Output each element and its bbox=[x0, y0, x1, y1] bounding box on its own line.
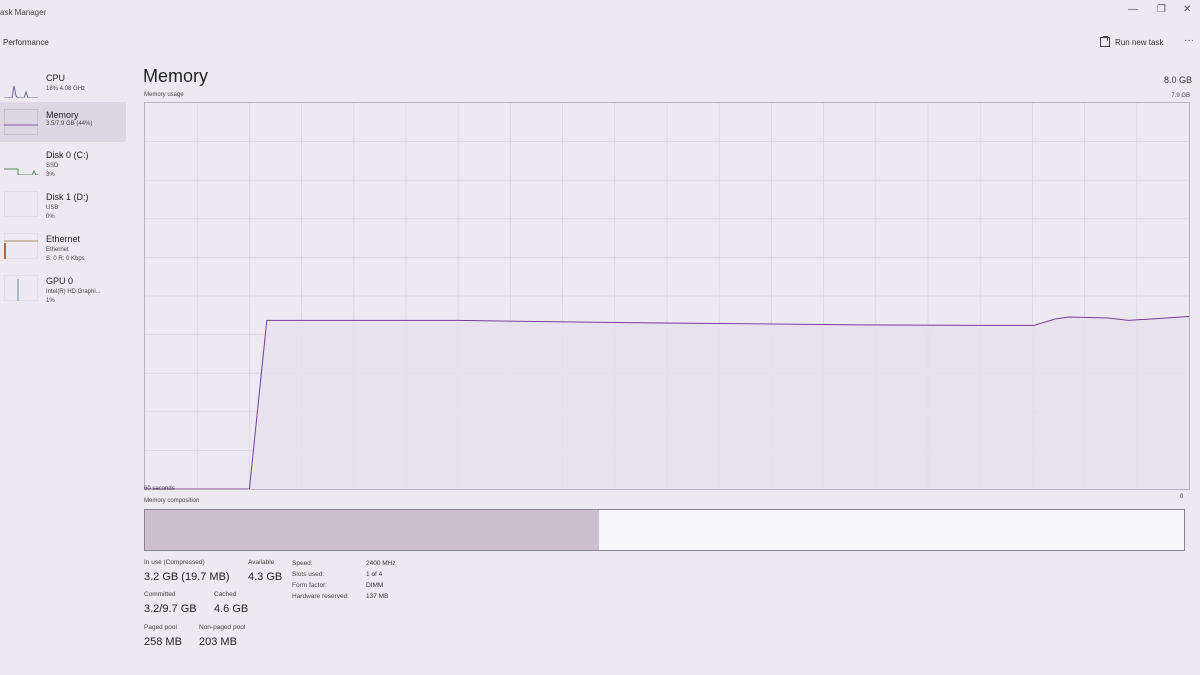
time-axis-zero: 0 bbox=[1180, 494, 1184, 500]
sidebar-item-detail: Intel(R) HD Graphi... bbox=[46, 289, 101, 295]
slots-used-value: 1 of 4 bbox=[366, 571, 383, 578]
memory-usage-label: Memory usage bbox=[144, 92, 184, 98]
more-options-button[interactable]: ··· bbox=[1184, 35, 1194, 46]
non-paged-pool-label: Non-paged pool bbox=[199, 624, 246, 631]
window-title: ask Manager bbox=[0, 8, 47, 17]
in-use-value: 3.2 GB (19.7 MB) bbox=[144, 571, 230, 583]
sidebar-item-disk-0[interactable]: Disk 0 (C:) SSD 3% bbox=[0, 142, 126, 182]
restore-button[interactable]: ❐ bbox=[1157, 4, 1166, 15]
sidebar-item-label: Memory bbox=[46, 110, 79, 120]
page-title: Performance bbox=[3, 38, 49, 47]
disk-1-sparkline-icon bbox=[4, 191, 38, 217]
sidebar-item-detail: 1% bbox=[46, 298, 55, 304]
sidebar-item-disk-1[interactable]: Disk 1 (D:) USB 0% bbox=[0, 184, 126, 224]
run-new-task-button[interactable]: Run new task bbox=[1100, 36, 1164, 47]
sidebar-item-memory[interactable]: Memory 3.5/7.9 GB (44%) bbox=[0, 102, 126, 142]
available-value: 4.3 GB bbox=[248, 571, 283, 583]
close-button[interactable]: ✕ bbox=[1183, 4, 1191, 15]
gpu-sparkline-icon bbox=[4, 275, 38, 301]
cpu-sparkline-icon bbox=[4, 85, 38, 98]
memory-composition-label: Memory composition bbox=[144, 498, 200, 504]
sidebar-item-label: GPU 0 bbox=[46, 276, 74, 286]
title-bar: ask Manager — ❐ ✕ bbox=[0, 0, 1200, 26]
sidebar-item-detail: SSD bbox=[46, 163, 59, 169]
memory-usage-max: 7.9 GB bbox=[1171, 93, 1190, 99]
sidebar-item-gpu-0[interactable]: GPU 0 Intel(R) HD Graphi... 1% bbox=[0, 268, 126, 308]
memory-total: 8.0 GB bbox=[1163, 75, 1192, 85]
speed-value: 2400 MHz bbox=[366, 560, 396, 567]
paged-pool-value: 258 MB bbox=[144, 636, 182, 648]
run-new-task-label: Run new task bbox=[1115, 37, 1164, 47]
sidebar-item-detail: Ethernet bbox=[46, 247, 69, 253]
slots-used-label: Slots used: bbox=[292, 571, 325, 578]
sidebar-item-cpu[interactable]: CPU 18% 4.08 GHz bbox=[0, 65, 126, 105]
sidebar-item-label: Ethernet bbox=[46, 234, 81, 244]
form-factor-label: Form factor: bbox=[292, 582, 328, 589]
memory-composition-bar bbox=[144, 509, 1185, 551]
in-use-label: In use (Compressed) bbox=[144, 559, 205, 566]
non-paged-pool-value: 203 MB bbox=[199, 636, 237, 648]
memory-usage-area bbox=[145, 316, 1189, 489]
disk-0-sparkline-icon bbox=[4, 168, 38, 175]
composition-in-use-segment bbox=[145, 510, 600, 550]
cached-value: 4.6 GB bbox=[214, 603, 249, 615]
time-axis-label: 60 seconds bbox=[144, 486, 175, 492]
hardware-reserved-label: Hardware reserved: bbox=[292, 593, 350, 600]
sidebar: CPU 18% 4.08 GHz Memory 3.5/7.9 GB (44%)… bbox=[0, 60, 126, 320]
available-label: Available bbox=[248, 559, 275, 566]
ethernet-sparkline-icon bbox=[4, 233, 38, 259]
form-factor-value: DIMM bbox=[366, 582, 384, 589]
page-header: Performance Run new task ··· bbox=[0, 28, 1200, 56]
memory-sparkline-icon bbox=[4, 109, 38, 135]
sidebar-item-ethernet[interactable]: Ethernet Ethernet S: 0 R: 0 Kbps bbox=[0, 226, 126, 266]
speed-label: Speed: bbox=[292, 560, 313, 567]
sidebar-item-detail: USB bbox=[46, 205, 59, 211]
cached-label: Cached bbox=[214, 591, 237, 598]
sidebar-item-label: Disk 1 (D:) bbox=[46, 192, 89, 202]
sidebar-item-label: Disk 0 (C:) bbox=[46, 150, 89, 160]
sidebar-item-detail: 18% 4.08 GHz bbox=[46, 86, 86, 92]
memory-title: Memory bbox=[143, 66, 209, 86]
hardware-reserved-value: 137 MB bbox=[366, 593, 389, 600]
paged-pool-label: Paged pool bbox=[144, 624, 177, 631]
run-task-icon bbox=[1100, 36, 1110, 47]
memory-usage-chart bbox=[144, 102, 1190, 490]
sidebar-item-detail: S: 0 R: 0 Kbps bbox=[46, 256, 85, 262]
minimize-button[interactable]: — bbox=[1128, 4, 1138, 15]
sidebar-item-detail: 0% bbox=[46, 214, 55, 220]
sidebar-item-detail: 3.5/7.9 GB (44%) bbox=[46, 121, 93, 127]
sidebar-item-label: CPU bbox=[46, 73, 66, 83]
committed-label: Committed bbox=[144, 591, 176, 598]
sidebar-item-detail: 3% bbox=[46, 172, 55, 178]
committed-value: 3.2/9.7 GB bbox=[144, 603, 197, 615]
